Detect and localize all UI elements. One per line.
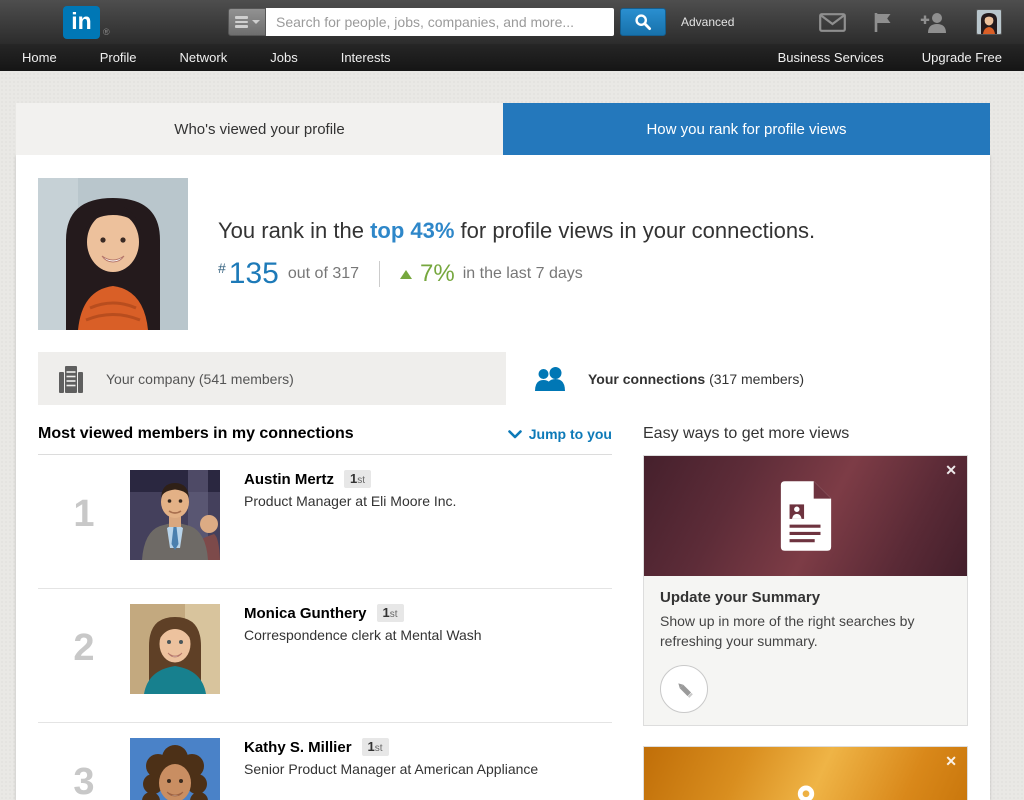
pencil-icon: [673, 678, 695, 700]
connection-degree-badge: 1st: [362, 738, 389, 756]
member-row: 2 Monica Gunthery 1st: [38, 589, 612, 723]
member-photo[interactable]: [130, 738, 220, 800]
tab-how-you-rank[interactable]: How you rank for profile views: [503, 103, 990, 155]
nav-item-jobs[interactable]: Jobs: [270, 50, 297, 65]
user-profile-photo[interactable]: [38, 178, 188, 330]
member-rank: 1: [38, 468, 130, 560]
nav-item-interests[interactable]: Interests: [341, 50, 391, 65]
edit-summary-button[interactable]: [660, 665, 708, 713]
member-name[interactable]: Austin Mertz: [244, 471, 334, 488]
page-body: Who's viewed your profile How you rank f…: [0, 71, 1024, 800]
member-name[interactable]: Kathy S. Millier: [244, 739, 352, 756]
search-input[interactable]: [266, 8, 614, 36]
nav-item-network[interactable]: Network: [180, 50, 228, 65]
company-icon: [56, 364, 86, 394]
close-icon[interactable]: ✕: [945, 462, 957, 479]
member-headline: Correspondence clerk at Mental Wash: [244, 627, 482, 643]
registered-trademark: ®: [103, 27, 110, 37]
member-row: 1: [38, 455, 612, 589]
summary-card-title: Update your Summary: [660, 589, 951, 606]
scope-toggle: Your company (541 members) Your connecti…: [38, 352, 968, 405]
member-name[interactable]: Monica Gunthery: [244, 605, 367, 622]
member-row: 3 Ka: [38, 723, 612, 800]
connection-degree-badge: 1st: [377, 604, 404, 622]
scope-your-company[interactable]: Your company (541 members): [38, 352, 506, 405]
nav-item-home[interactable]: Home: [22, 50, 57, 65]
account-avatar[interactable]: [976, 9, 1002, 35]
top-bar: in ® Advanced: [0, 0, 1024, 44]
rank-hash: #: [218, 260, 226, 276]
linkedin-logo[interactable]: in: [63, 6, 100, 39]
member-photo[interactable]: [130, 470, 220, 560]
rank-headline: You rank in the top 43% for profile view…: [218, 218, 815, 244]
member-headline: Product Manager at Eli Moore Inc.: [244, 493, 456, 509]
jump-to-you-link[interactable]: Jump to you: [508, 426, 612, 442]
rank-number: 135: [229, 259, 279, 289]
chevron-down-icon: [508, 430, 522, 439]
advanced-search-link[interactable]: Advanced: [681, 15, 734, 29]
update-summary-card: ✕: [643, 455, 968, 726]
search-category-dropdown[interactable]: [228, 8, 266, 36]
tips-sidebar: Easy ways to get more views ✕: [643, 425, 968, 800]
messages-icon[interactable]: [819, 13, 846, 32]
scope-connections-label: Your connections (317 members): [588, 371, 804, 387]
connections-icon: [534, 367, 566, 391]
tab-whos-viewed[interactable]: Who's viewed your profile: [16, 103, 503, 155]
compass-tool-icon: [779, 783, 833, 800]
rank-out-of: out of 317: [288, 265, 359, 283]
profile-views-tabs: Who's viewed your profile How you rank f…: [16, 103, 990, 155]
nav-item-upgrade[interactable]: Upgrade Free: [922, 50, 1002, 65]
trend-label: in the last 7 days: [463, 265, 583, 283]
hamburger-icon: [235, 16, 248, 28]
rank-panel: You rank in the top 43% for profile view…: [16, 155, 990, 800]
most-viewed-list: Most viewed members in my connections Ju…: [38, 425, 612, 800]
member-rank: 3: [38, 736, 130, 800]
nav-item-profile[interactable]: Profile: [100, 50, 137, 65]
caret-down-icon: [252, 20, 260, 24]
trend-up-icon: [400, 270, 412, 279]
scope-company-label: Your company (541 members): [106, 371, 294, 387]
add-connection-icon[interactable]: [920, 12, 949, 33]
flag-icon[interactable]: [873, 12, 893, 33]
sidebar-title: Easy ways to get more views: [643, 425, 968, 443]
skills-card-banner: ✕: [644, 747, 967, 800]
summary-card-banner: ✕: [644, 456, 967, 576]
connection-degree-badge: 1st: [344, 470, 371, 488]
resume-document-icon: [777, 481, 835, 551]
search-icon: [634, 13, 652, 31]
main-navigation: Home Profile Network Jobs Interests Busi…: [0, 44, 1024, 71]
rank-hero: You rank in the top 43% for profile view…: [16, 155, 990, 352]
nav-item-business-services[interactable]: Business Services: [778, 50, 884, 65]
account-avatar-image: [977, 10, 1001, 34]
trend-value: 7%: [420, 260, 455, 288]
scope-your-connections[interactable]: Your connections (317 members): [506, 352, 968, 405]
search-bar: [228, 8, 666, 36]
member-rank: 2: [38, 602, 130, 694]
divider: [379, 261, 380, 287]
rank-detail-line: # 135 out of 317 7% in the last 7 days: [218, 259, 815, 289]
member-photo[interactable]: [130, 604, 220, 694]
rank-highlight: top 43%: [370, 218, 454, 243]
list-title: Most viewed members in my connections: [38, 425, 354, 443]
skills-promo-card: ✕: [643, 746, 968, 800]
search-button[interactable]: [620, 8, 666, 36]
summary-card-text: Show up in more of the right searches by…: [660, 611, 936, 651]
member-headline: Senior Product Manager at American Appli…: [244, 761, 538, 777]
close-icon[interactable]: ✕: [945, 753, 957, 770]
